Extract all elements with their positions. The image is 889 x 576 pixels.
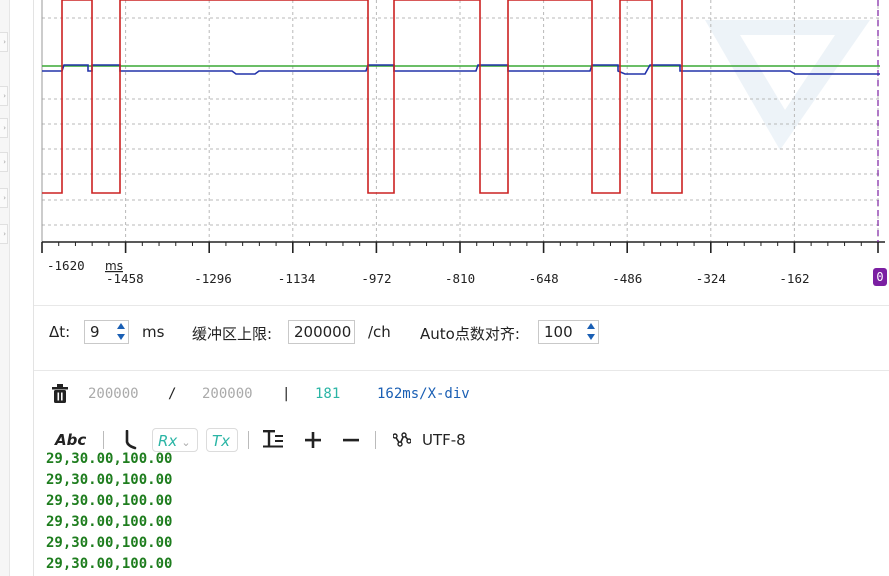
x-axis-unit-label: ms: [105, 259, 123, 273]
x-div-scale: 162ms/X-div: [377, 386, 470, 402]
graph-icon[interactable]: [393, 431, 411, 447]
auto-align-label: Auto点数对齐:: [420, 325, 520, 343]
log-line: 29,30.00,100.00: [46, 514, 173, 530]
auto-align-spinbox[interactable]: 100: [538, 320, 599, 344]
log-line: 29,30.00,100.00: [46, 556, 173, 572]
buffer-limit-input[interactable]: 200000: [288, 320, 355, 344]
x-tick-label: -1296: [194, 271, 232, 286]
timestamp-icon[interactable]: [123, 430, 137, 450]
x-tick-label: -1620: [47, 258, 85, 273]
delta-t-value: 9: [90, 323, 100, 341]
tx-toggle-icon[interactable]: Tx: [206, 428, 238, 452]
buffer-limit-label: 缓冲区上限:: [192, 325, 273, 343]
status-separator: |: [282, 386, 291, 402]
status-slash: /: [168, 386, 177, 402]
log-line: 29,30.00,100.00: [46, 535, 173, 551]
text-format-icon[interactable]: [263, 430, 285, 448]
trace-red: [42, 0, 683, 194]
toolbar-separator: [103, 431, 104, 449]
x-tick-label: -1134: [278, 271, 316, 286]
cursor-zero-marker[interactable]: 0: [873, 268, 887, 286]
x-tick-label: -486: [612, 271, 642, 286]
log-line: 29,30.00,100.00: [46, 451, 173, 467]
buffer-total-count: 200000: [202, 386, 253, 402]
buffer-limit-unit: /ch: [368, 323, 391, 341]
delta-t-spinbox[interactable]: 9: [84, 320, 129, 344]
watermark-logo: [705, 20, 870, 150]
buffer-used-count: 200000: [88, 386, 139, 402]
log-line: 29,30.00,100.00: [46, 493, 173, 509]
toolbar-separator: [375, 431, 376, 449]
minus-icon[interactable]: [343, 432, 359, 448]
waveform-plot[interactable]: -1620-1458 -1296 -1134 -972 -810 -648 -486 -324…: [0, 0, 889, 305]
delta-t-label: Δt:: [49, 323, 71, 341]
toolbar-separator: [248, 431, 249, 449]
status-row: 200000 / 200000 | 181 162ms/X-div: [34, 370, 889, 415]
x-tick-label: -972: [361, 271, 391, 286]
x-tick-label: -324: [696, 271, 726, 286]
settings-row: Δt: 9 ms 缓冲区上限: 200000 /ch Auto点数对齐: 100: [34, 305, 889, 360]
auto-align-value: 100: [544, 323, 573, 341]
trash-icon[interactable]: [51, 384, 69, 404]
receive-log: 29,30.00,100.00 29,30.00,100.00 29,30.00,1…: [46, 449, 172, 575]
x-tick-label: -162: [779, 271, 809, 286]
x-tick-label: -810: [445, 271, 475, 286]
x-tick-label: -648: [529, 271, 559, 286]
points-count: 181: [315, 386, 341, 402]
spin-arrows-icon[interactable]: [586, 323, 596, 341]
delta-t-unit: ms: [142, 323, 165, 341]
plus-icon[interactable]: [305, 432, 321, 448]
x-tick-label: -1458: [106, 271, 144, 286]
buffer-limit-value: 200000: [294, 323, 352, 341]
spin-arrows-icon[interactable]: [116, 323, 126, 341]
encoding-label[interactable]: UTF-8: [422, 428, 466, 452]
log-line: 29,30.00,100.00: [46, 472, 173, 488]
